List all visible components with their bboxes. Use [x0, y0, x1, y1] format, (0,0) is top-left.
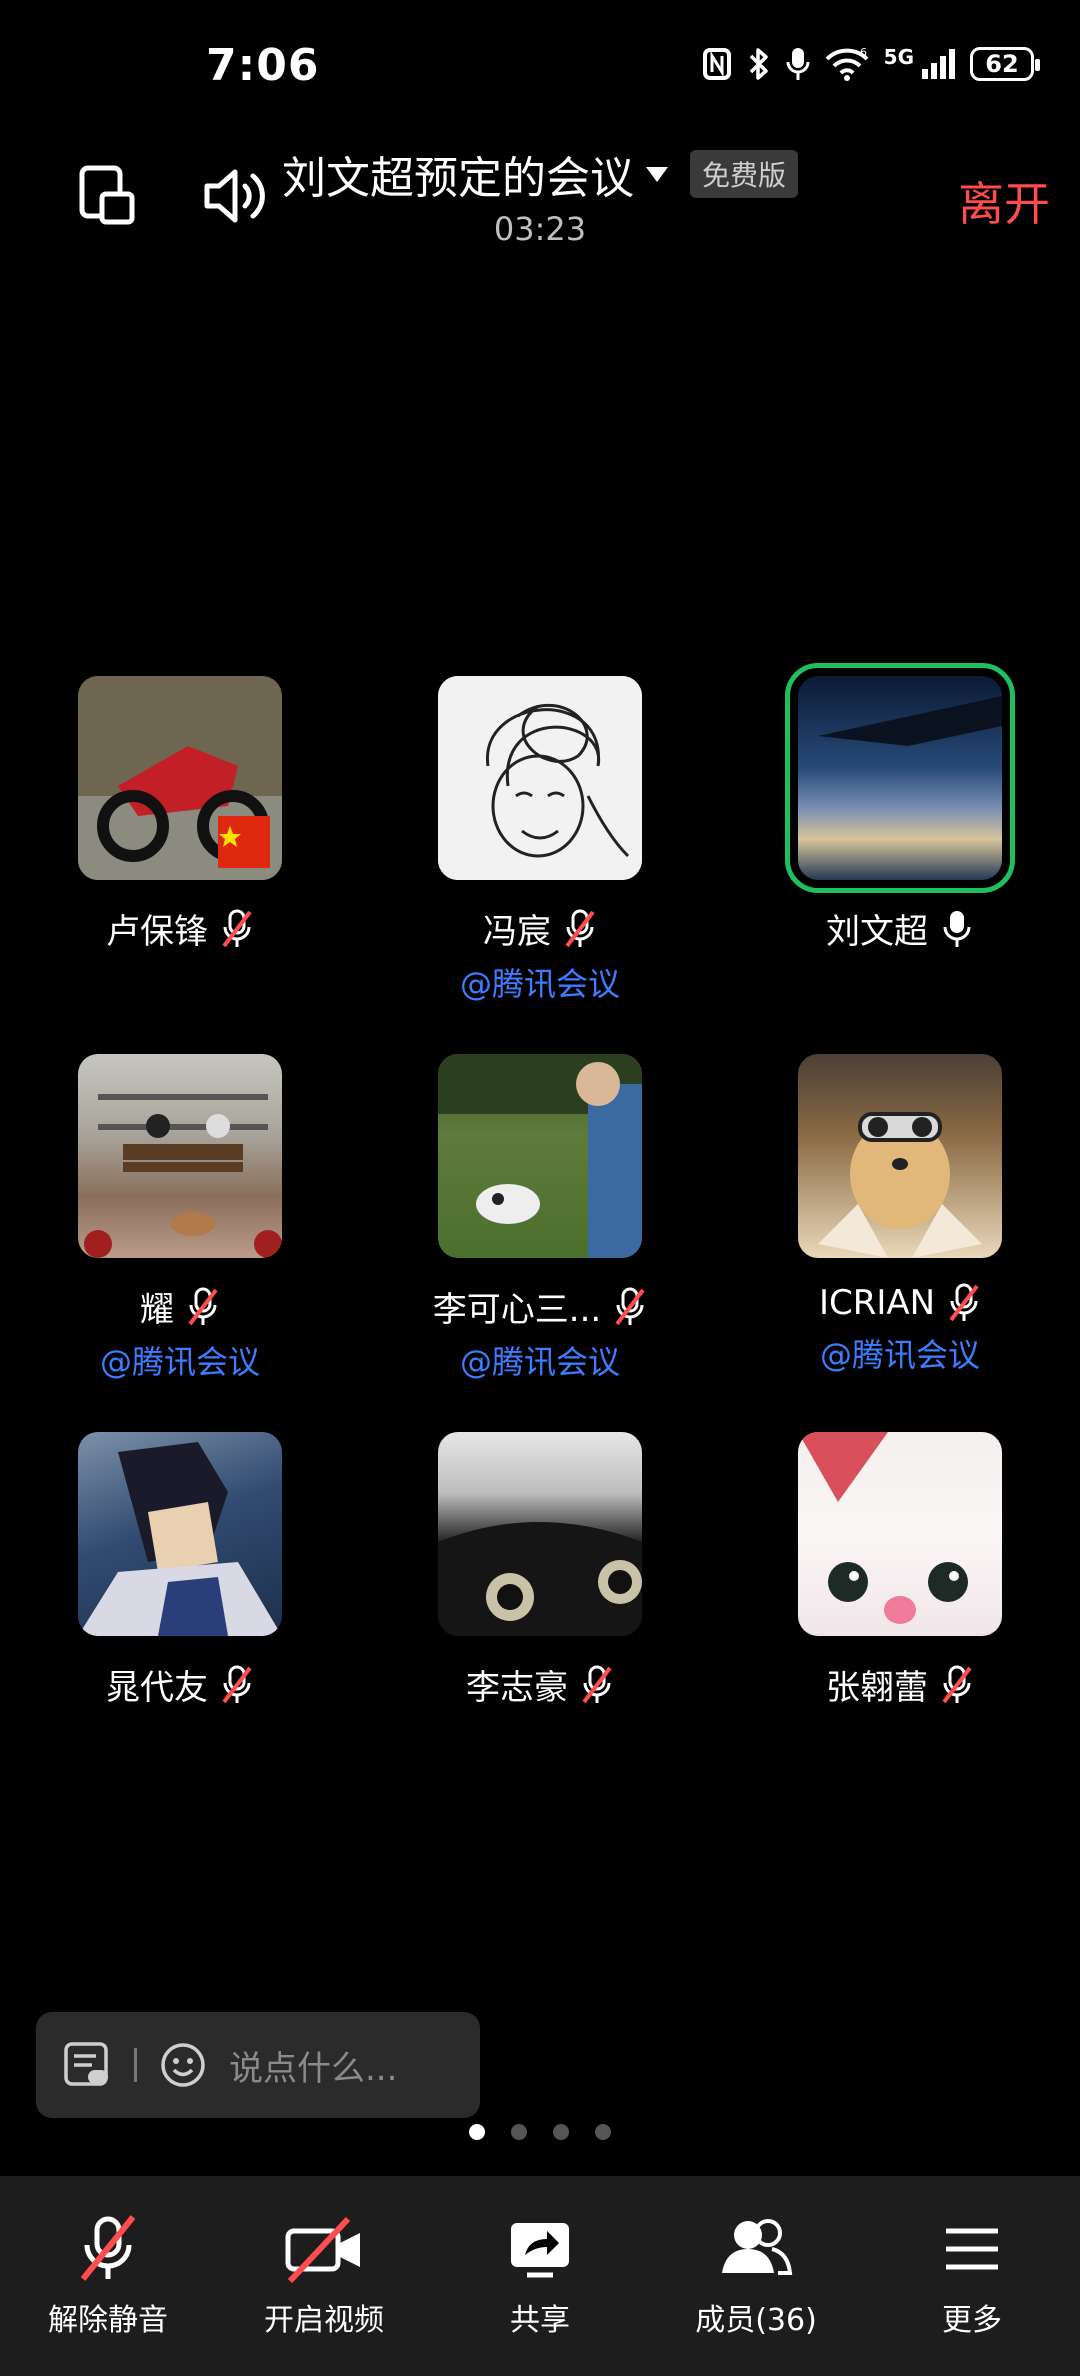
avatar — [785, 663, 1015, 893]
participant-tile[interactable]: 冯宸 @腾讯会议 — [360, 676, 720, 1005]
page-dot[interactable] — [469, 2124, 485, 2140]
avatar — [438, 1054, 642, 1258]
avatar — [78, 1054, 282, 1258]
battery-level: 62 — [985, 50, 1019, 78]
participant-source: @腾讯会议 — [459, 1343, 620, 1381]
mic-on-icon — [943, 910, 971, 947]
anime-character-image — [78, 1442, 282, 1636]
svg-text:6: 6 — [860, 46, 867, 59]
nfc-icon — [702, 48, 731, 80]
page-dot[interactable] — [595, 2124, 611, 2140]
participant-tile[interactable]: 李志豪 — [360, 1432, 720, 1709]
avatar — [438, 676, 642, 880]
bench-photo — [84, 1094, 282, 1258]
mic-status-icon — [786, 48, 810, 80]
members-label: 成员(36) — [695, 2303, 817, 2338]
participant-tile[interactable]: 卢保锋 — [0, 676, 360, 953]
share-button[interactable]: 共享 — [432, 2176, 648, 2376]
page-indicator — [0, 2124, 1080, 2140]
signal-icon — [922, 49, 955, 79]
white-kitten-photo — [798, 1432, 968, 1624]
participant-tile[interactable]: 耀 @腾讯会议 — [0, 1054, 360, 1383]
black-cat-photo — [438, 1522, 642, 1636]
share-label: 共享 — [510, 2303, 570, 2338]
mic-muted-icon — [942, 1665, 972, 1703]
participant-source: @腾讯会议 — [99, 1343, 260, 1381]
avatar — [798, 1432, 1002, 1636]
dog-photo — [818, 1112, 982, 1258]
participant-name: ICRIAN — [818, 1283, 936, 1323]
motorcycle-photo — [78, 676, 282, 880]
wifi-icon: 6 — [825, 46, 869, 81]
chat-list-icon[interactable] — [62, 2040, 112, 2090]
bluetooth-icon — [749, 48, 768, 80]
page-dot[interactable] — [553, 2124, 569, 2140]
status-icons: 6 5G 62 — [702, 45, 1040, 82]
mic-muted-icon — [222, 909, 252, 947]
avatar — [438, 1432, 642, 1636]
meeting-title: 刘文超预定的会议 — [281, 153, 634, 204]
participant-name: 卢保锋 — [106, 912, 208, 952]
unmute-label: 解除静音 — [48, 2303, 168, 2338]
leave-button[interactable]: 离开 — [958, 168, 1050, 234]
participant-name: 冯宸 — [483, 912, 551, 952]
participant-name: 李可心三... — [432, 1290, 602, 1330]
start-video-label: 开启视频 — [264, 2303, 384, 2338]
network-type: 5G — [883, 45, 914, 69]
field-photo — [438, 1054, 642, 1258]
share-screen-icon — [511, 2223, 569, 2278]
video-off-icon — [285, 2216, 360, 2284]
mic-muted-icon — [949, 1283, 979, 1322]
more-label: 更多 — [942, 2303, 1002, 2338]
sky-photo — [818, 696, 1002, 746]
page-dot[interactable] — [511, 2124, 527, 2140]
participant-tile[interactable]: ICRIAN @腾讯会议 — [720, 1054, 1080, 1376]
divider — [134, 2048, 137, 2082]
bottom-toolbar: 解除静音 开启视频 共享 成员(36) 更多 — [0, 2176, 1080, 2376]
mic-muted-icon — [565, 909, 595, 947]
mic-muted-icon — [222, 1665, 252, 1703]
unmute-button[interactable]: 解除静音 — [0, 2176, 216, 2376]
participant-source: @腾讯会议 — [819, 1336, 980, 1374]
meeting-title-row[interactable]: 刘文超预定的会议 免费版 — [282, 142, 798, 206]
members-icon — [722, 2219, 793, 2275]
mic-muted-icon — [582, 1665, 612, 1703]
meeting-timer: 03:23 — [493, 210, 587, 248]
avatar — [78, 676, 282, 880]
participant-name: 晁代友 — [106, 1668, 208, 1708]
participant-tile[interactable]: 李可心三... @腾讯会议 — [360, 1054, 720, 1383]
mic-muted-icon — [188, 1287, 218, 1325]
start-video-button[interactable]: 开启视频 — [216, 2176, 432, 2376]
participant-name: 张翱蕾 — [826, 1668, 928, 1708]
participant-tile[interactable]: 晁代友 — [0, 1432, 360, 1709]
plan-badge: 免费版 — [689, 150, 798, 198]
dropdown-caret-icon — [645, 166, 668, 182]
emoji-icon[interactable] — [159, 2041, 207, 2089]
participant-tile[interactable]: 张翱蕾 — [720, 1432, 1080, 1709]
members-button[interactable]: 成员(36) — [648, 2176, 864, 2376]
participant-name: 刘文超 — [826, 912, 928, 952]
chat-input-bar[interactable]: 说点什么... — [36, 2012, 480, 2118]
more-button[interactable]: 更多 — [864, 2176, 1080, 2376]
status-time: 7:06 — [206, 40, 320, 91]
avatar — [798, 1054, 1002, 1258]
participant-source: @腾讯会议 — [459, 965, 620, 1003]
participant-tile-active[interactable]: 刘文超 — [720, 663, 1080, 953]
participant-name: 李志豪 — [466, 1668, 568, 1708]
menu-icon — [946, 2228, 998, 2270]
avatar — [78, 1432, 282, 1636]
participant-name: 耀 — [140, 1290, 174, 1330]
mic-muted-icon — [615, 1287, 645, 1325]
mic-muted-icon — [80, 2215, 136, 2281]
chat-placeholder[interactable]: 说点什么... — [229, 2041, 397, 2090]
sketch-face-image — [438, 676, 642, 880]
battery-icon: 62 — [970, 47, 1040, 81]
meeting-header: 刘文超预定的会议 免费版 03:23 — [0, 142, 1080, 248]
